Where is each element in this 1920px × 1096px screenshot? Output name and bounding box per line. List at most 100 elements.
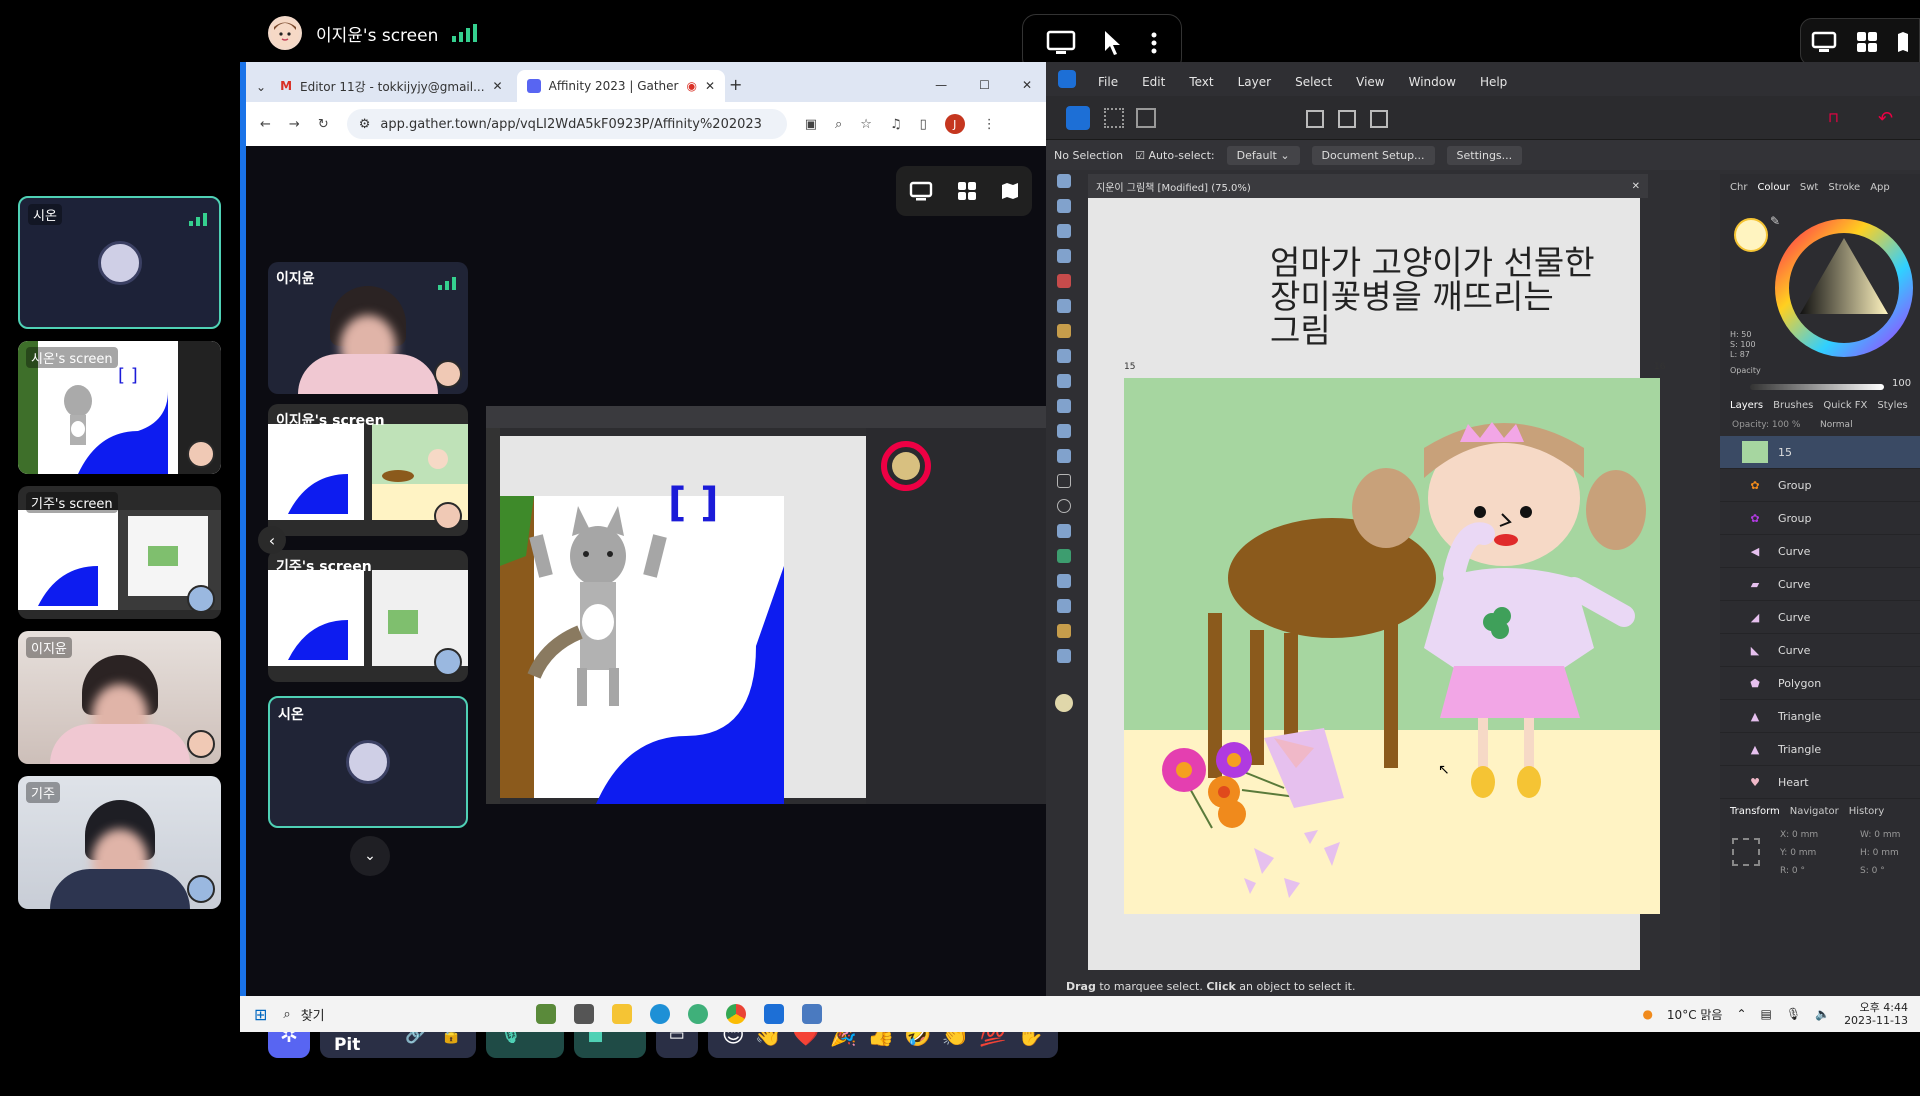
layer-opacity[interactable]: Opacity: 100 % xyxy=(1732,420,1800,430)
canvas[interactable]: 엄마가 고양이가 선물한 장미꽃병을 깨뜨리는 그림 15 16 ↖ xyxy=(1088,198,1665,970)
colour-wheel[interactable] xyxy=(1774,218,1914,358)
fill-colour-swatch[interactable] xyxy=(1734,218,1768,252)
arrange-icon[interactable] xyxy=(1370,110,1388,128)
minimize-icon[interactable]: — xyxy=(935,78,947,92)
close-tab-icon[interactable]: ✕ xyxy=(705,79,715,93)
edge-beta-icon[interactable] xyxy=(688,1004,709,1024)
monitor-view-icon[interactable] xyxy=(909,181,933,201)
tab-history[interactable]: History xyxy=(1849,806,1885,817)
grid-view-icon[interactable] xyxy=(1856,31,1878,53)
crop-tool-icon[interactable] xyxy=(1057,449,1071,463)
volume-icon[interactable]: 🔈 xyxy=(1815,1007,1830,1021)
layer-row[interactable]: ▲ Triangle xyxy=(1720,700,1920,733)
ruler-tool-icon[interactable] xyxy=(1057,624,1071,638)
gather-tile-jiyun[interactable]: 이지윤 xyxy=(268,262,468,394)
gather-tile-giju-screen[interactable]: 기주's screen xyxy=(268,550,468,682)
auto-select-dropdown[interactable]: Default ⌄ xyxy=(1226,145,1300,165)
zoom-tool-icon[interactable] xyxy=(1057,649,1071,663)
width-field[interactable]: W: 0 mm xyxy=(1860,826,1900,844)
participant-tile-jiyun[interactable]: 이지윤 xyxy=(18,631,221,764)
monitor-icon[interactable] xyxy=(1046,30,1076,56)
map-view-icon[interactable] xyxy=(1001,182,1019,200)
affinity-designer-icon[interactable] xyxy=(764,1004,785,1024)
transparency-tool-icon[interactable] xyxy=(1057,399,1071,413)
layer-row[interactable]: 15 xyxy=(1720,436,1920,469)
layer-row[interactable]: ◣ Curve xyxy=(1720,634,1920,667)
move-tool-icon[interactable] xyxy=(1057,174,1071,188)
tab-brushes[interactable]: Brushes xyxy=(1773,400,1813,411)
url-field[interactable]: ⚙ app.gather.town/app/vqLI2WdA5kF0923P/Af… xyxy=(346,109,787,139)
site-settings-icon[interactable]: ⚙ xyxy=(359,117,371,132)
shared-screen-view[interactable]: [ ] xyxy=(486,406,1046,804)
tab-colour[interactable]: Colour xyxy=(1757,182,1789,193)
snapping-icon[interactable] xyxy=(1306,110,1324,128)
taskbar-search[interactable]: ⌕ 찾기 xyxy=(267,1005,527,1024)
microphone-icon[interactable]: 🎙 xyxy=(1786,1007,1801,1021)
windows-start-icon[interactable]: ⊞ xyxy=(254,1005,267,1024)
node-tool-icon[interactable] xyxy=(1057,224,1071,238)
tab-appearance[interactable]: App xyxy=(1870,182,1890,193)
menu-text[interactable]: Text xyxy=(1189,75,1213,89)
edge-icon[interactable] xyxy=(650,1004,671,1024)
designer-persona-icon[interactable] xyxy=(1066,106,1090,130)
eyedropper-icon[interactable]: ✎ xyxy=(1770,214,1780,228)
pixel-persona-icon[interactable] xyxy=(1104,108,1124,128)
participant-tile-giju-screen[interactable]: 기주's screen xyxy=(18,486,221,619)
browser-tab-gather[interactable]: Affinity 2023 | Gather ◉ ✕ xyxy=(516,70,726,102)
vector-brush-icon[interactable] xyxy=(1057,349,1071,363)
menu-window[interactable]: Window xyxy=(1409,75,1456,89)
color-swatch-icon[interactable] xyxy=(1055,694,1073,712)
pen-tool-icon[interactable] xyxy=(1057,299,1071,313)
clock[interactable]: 오후 4:44 2023-11-13 xyxy=(1844,1001,1908,1027)
more-options-icon[interactable] xyxy=(1150,31,1158,55)
tab-character[interactable]: Chr xyxy=(1730,182,1747,193)
anchor-selector-icon[interactable] xyxy=(1732,838,1760,866)
task-view-icon[interactable] xyxy=(574,1004,595,1024)
profile-avatar[interactable]: J xyxy=(944,114,965,134)
browser-tab-gmail[interactable]: M Editor 11강 - tokkijyjy@gmail... ✕ xyxy=(270,70,513,102)
tab-swatches[interactable]: Swt xyxy=(1800,182,1818,193)
tab-navigator[interactable]: Navigator xyxy=(1790,806,1839,817)
undo-icon[interactable]: ↶ xyxy=(1878,108,1893,129)
menu-select[interactable]: Select xyxy=(1295,75,1332,89)
menu-edit[interactable]: Edit xyxy=(1142,75,1165,89)
menu-view[interactable]: View xyxy=(1356,75,1384,89)
tab-quick-fx[interactable]: Quick FX xyxy=(1823,400,1867,411)
chevron-left-icon[interactable]: ‹ xyxy=(258,526,286,554)
file-explorer-icon[interactable] xyxy=(612,1004,633,1024)
participant-tile-sion[interactable]: 시온 xyxy=(18,196,221,329)
blend-mode-select[interactable]: Normal xyxy=(1820,420,1853,430)
maximize-icon[interactable]: ☐ xyxy=(979,78,990,92)
tab-stroke[interactable]: Stroke xyxy=(1828,182,1860,193)
weather-text[interactable]: 10°C 맑음 xyxy=(1667,1006,1723,1023)
tab-styles[interactable]: Styles xyxy=(1877,400,1907,411)
text-tool-icon[interactable] xyxy=(1057,574,1071,588)
camera-icon[interactable]: ▣ xyxy=(805,117,817,132)
settings-button[interactable]: Settings... xyxy=(1446,145,1523,165)
ellipse-tool-icon[interactable] xyxy=(1057,499,1071,513)
bookmark-star-icon[interactable]: ☆ xyxy=(860,117,872,132)
gather-tile-jiyun-screen[interactable]: 이지윤's screen xyxy=(268,404,468,536)
y-field[interactable]: Y: 0 mm xyxy=(1780,844,1818,862)
rectangle-tool-icon[interactable] xyxy=(1057,474,1071,488)
place-image-icon[interactable] xyxy=(1057,424,1071,438)
layer-row[interactable]: ✿ Group xyxy=(1720,502,1920,535)
participant-tile-giju[interactable]: 기주 xyxy=(18,776,221,909)
network-icon[interactable]: ▤ xyxy=(1761,1007,1772,1021)
layer-row[interactable]: ♥ Heart xyxy=(1720,766,1920,799)
map-view-icon[interactable] xyxy=(1897,31,1909,53)
chevron-down-icon[interactable]: ⌄ xyxy=(350,836,390,876)
monitor-view-icon[interactable] xyxy=(1811,31,1837,53)
rotation-field[interactable]: R: 0 ° xyxy=(1780,862,1818,880)
pencil-tool-icon[interactable] xyxy=(1057,324,1071,338)
menu-file[interactable]: File xyxy=(1098,75,1118,89)
artboard-tool-icon[interactable] xyxy=(1057,199,1071,213)
tab-transform[interactable]: Transform xyxy=(1730,806,1780,817)
grid-view-icon[interactable] xyxy=(957,182,976,200)
layer-row[interactable]: ✿ Group xyxy=(1720,469,1920,502)
polygon-tool-icon[interactable] xyxy=(1057,524,1071,538)
layer-row[interactable]: ◀ Curve xyxy=(1720,535,1920,568)
tab-search-icon[interactable]: ⌄ xyxy=(256,80,266,94)
close-tab-icon[interactable]: ✕ xyxy=(493,79,503,93)
auto-select-checkbox[interactable]: ☑ Auto-select: xyxy=(1135,149,1214,162)
